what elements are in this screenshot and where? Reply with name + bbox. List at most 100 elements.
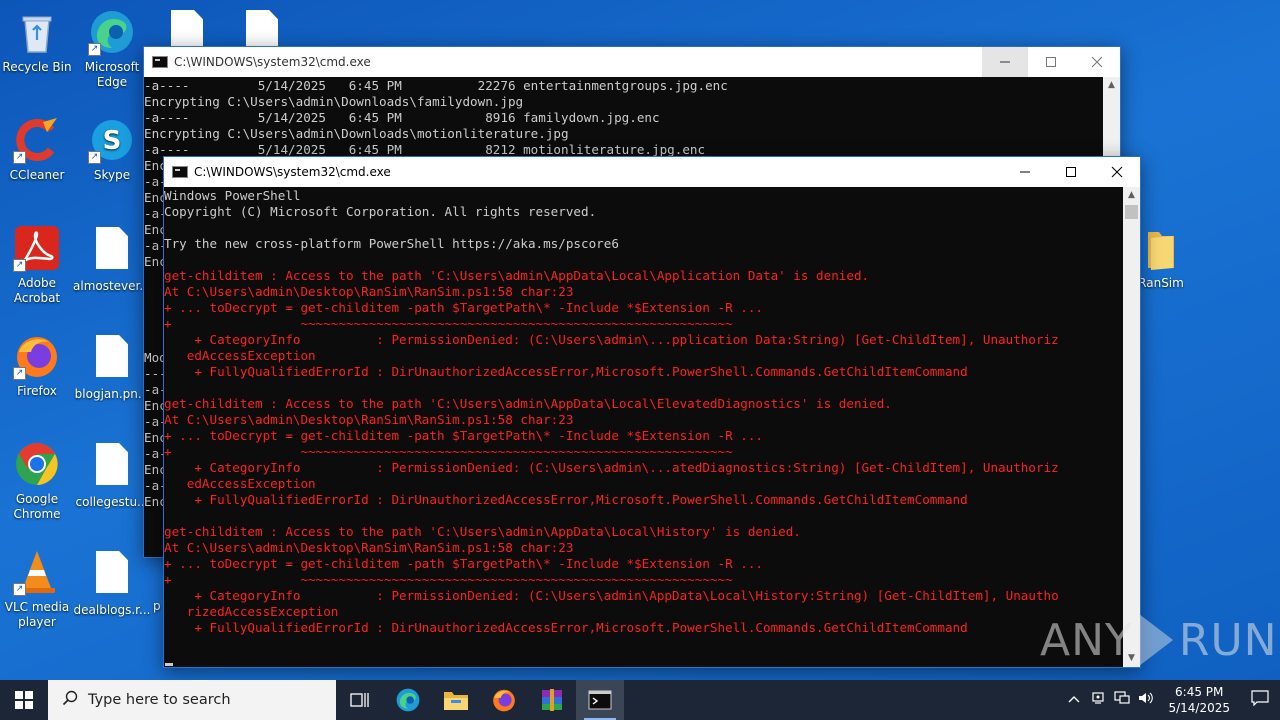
acrobat-icon: ↗ <box>13 224 61 272</box>
taskbar-cmd[interactable] <box>576 680 624 720</box>
console-line: Encrypting C:\Users\admin\Downloads\fami… <box>144 94 524 109</box>
chrome-icon <box>13 440 61 488</box>
tray-network-icon[interactable] <box>1110 691 1134 709</box>
minimize-button[interactable] <box>1002 157 1048 187</box>
console-error-line: rizedAccessException <box>164 604 339 619</box>
notification-center-icon[interactable] <box>1240 690 1280 710</box>
window-title: C:\WINDOWS\system32\cmd.exe <box>194 165 391 179</box>
scroll-thumb[interactable] <box>1125 205 1138 219</box>
console-error-line: + CategoryInfo : PermissionDenied: (C:\U… <box>164 460 1059 475</box>
console-error-line: get-childitem : Access to the path 'C:\U… <box>164 396 892 411</box>
desktop-icon-recycle-bin[interactable]: Recycle Bin <box>0 8 76 75</box>
shortcut-arrow-icon: ↗ <box>88 43 101 56</box>
close-button[interactable] <box>1074 47 1120 77</box>
desktop-file-top-1[interactable] <box>148 2 226 52</box>
cmd-icon <box>588 690 612 710</box>
vlc-icon: ↗ <box>13 548 61 596</box>
scroll-up-icon[interactable]: ▲ <box>1123 187 1140 204</box>
recycle-bin-icon <box>13 8 61 56</box>
minimize-icon <box>1000 61 1010 63</box>
desktop-icon-google-chrome[interactable]: Google Chrome <box>0 440 76 522</box>
task-view-icon <box>350 693 369 707</box>
console-error-line: + FullyQualifiedErrorId : DirUnauthorize… <box>164 492 968 507</box>
console-error-line: + CategoryInfo : PermissionDenied: (C:\U… <box>164 588 1059 603</box>
console-output[interactable]: Windows PowerShell Copyright (C) Microsof… <box>164 188 1123 668</box>
shortcut-arrow-icon: ↗ <box>88 151 101 164</box>
desktop-icon-label: almostever.... <box>73 279 151 293</box>
desktop-icon-label: dealblogs.r... <box>73 603 151 617</box>
console-error-line: + ... toDecrypt = get-childitem -path $T… <box>164 428 763 443</box>
desktop-icon-microsoft-edge[interactable]: ↗ Microsoft Edge <box>73 8 151 90</box>
svg-text:S: S <box>103 126 122 156</box>
desktop-icon-label: Adobe Acrobat <box>13 276 61 305</box>
desktop-icon-label: VLC media player <box>4 600 70 629</box>
maximize-button[interactable] <box>1048 157 1094 187</box>
console-error-line: + ... toDecrypt = get-childitem -path $T… <box>164 300 763 315</box>
desktop-icon-firefox[interactable]: ↗ Firefox <box>0 332 76 399</box>
desktop-icon-ccleaner[interactable]: ↗ CCleaner <box>0 116 76 183</box>
cmd-icon <box>172 166 188 178</box>
cmd-window-front[interactable]: C:\WINDOWS\system32\cmd.exe Windows Powe… <box>163 156 1141 668</box>
taskbar-edge[interactable] <box>384 680 432 720</box>
play-icon <box>1138 614 1173 666</box>
file-icon <box>96 443 128 485</box>
cmd-window-back-titlebar[interactable]: C:\WINDOWS\system32\cmd.exe <box>144 47 1120 77</box>
desktop-icon-vlc[interactable]: ↗ VLC media player <box>0 548 76 630</box>
desktop-icon-skype[interactable]: S ↗ Skype <box>73 116 151 183</box>
desktop-icon-label: CCleaner <box>9 168 65 182</box>
taskbar-clock[interactable]: 6:45 PM 5/14/2025 <box>1158 684 1240 716</box>
taskbar-winrar[interactable] <box>528 680 576 720</box>
maximize-button[interactable] <box>1028 47 1074 77</box>
cmd-window-front-titlebar[interactable]: C:\WINDOWS\system32\cmd.exe <box>164 157 1140 187</box>
file-icon <box>96 551 128 593</box>
desktop-icon-adobe-acrobat[interactable]: ↗ Adobe Acrobat <box>0 224 76 306</box>
console-line: Windows PowerShell <box>164 188 301 203</box>
close-button[interactable] <box>1094 157 1140 187</box>
desktop-partial-label: p <box>153 599 161 613</box>
console-error-line: + FullyQualifiedErrorId : DirUnauthorize… <box>164 620 968 635</box>
console-error-line: At C:\Users\admin\Desktop\RanSim\RanSim.… <box>164 284 574 299</box>
desktop-file-almostever[interactable]: almostever.... <box>73 224 151 294</box>
tray-volume-icon[interactable] <box>1134 691 1158 709</box>
shortcut-arrow-icon: ↗ <box>13 367 26 380</box>
console-error-line: At C:\Users\admin\Desktop\RanSim\RanSim.… <box>164 412 574 427</box>
console-error-line: get-childitem : Access to the path 'C:\U… <box>164 524 801 539</box>
console-line: Encrypting C:\Users\admin\Downloads\moti… <box>144 126 569 141</box>
console-error-line: edAccessException <box>164 476 316 491</box>
console-line: Try the new cross-platform PowerShell ht… <box>164 236 619 251</box>
console-error-line: + ~~~~~~~~~~~~~~~~~~~~~~~~~~~~~~~~~~~~~~… <box>164 316 733 331</box>
desktop-icon-label: Recycle Bin <box>2 60 72 74</box>
scrollbar[interactable]: ▲ ▼ <box>1123 187 1140 667</box>
tray-device-icon[interactable] <box>1086 691 1110 709</box>
system-tray: 6:45 PM 5/14/2025 <box>1062 680 1280 720</box>
taskbar-firefox[interactable] <box>480 680 528 720</box>
task-view-button[interactable] <box>336 680 384 720</box>
skype-icon: S ↗ <box>88 116 136 164</box>
taskbar-search[interactable]: Type here to search <box>48 680 336 720</box>
desktop-icon-label: Microsoft Edge <box>84 60 140 89</box>
desktop-file-dealblogs[interactable]: dealblogs.r... <box>73 548 151 618</box>
start-button[interactable] <box>0 680 48 720</box>
file-icon <box>96 227 128 269</box>
console-error-line: + ~~~~~~~~~~~~~~~~~~~~~~~~~~~~~~~~~~~~~~… <box>164 444 733 459</box>
shortcut-arrow-icon: ↗ <box>13 259 26 272</box>
desktop-file-collegestu[interactable]: collegestu... <box>73 440 151 510</box>
minimize-button[interactable] <box>982 47 1028 77</box>
desktop-icon-label: Google Chrome <box>13 492 61 521</box>
desktop-icon-label: Skype <box>93 168 131 182</box>
close-icon <box>1091 56 1103 68</box>
scroll-up-icon[interactable]: ▲ <box>1103 77 1120 94</box>
tray-chevron-up-icon[interactable] <box>1062 693 1086 708</box>
shortcut-arrow-icon: ↗ <box>13 151 26 164</box>
console-error-line: + CategoryInfo : PermissionDenied: (C:\U… <box>164 332 1059 347</box>
desktop-file-top-2[interactable] <box>223 2 301 52</box>
desktop-file-blogjan[interactable]: blogjan.pn... <box>73 332 151 402</box>
taskbar-file-explorer[interactable] <box>432 680 480 720</box>
console-error-line: edAccessException <box>164 348 316 363</box>
firefox-icon: ↗ <box>13 332 61 380</box>
edge-icon <box>396 688 420 712</box>
console-error-line: + ... toDecrypt = get-childitem -path $T… <box>164 556 763 571</box>
